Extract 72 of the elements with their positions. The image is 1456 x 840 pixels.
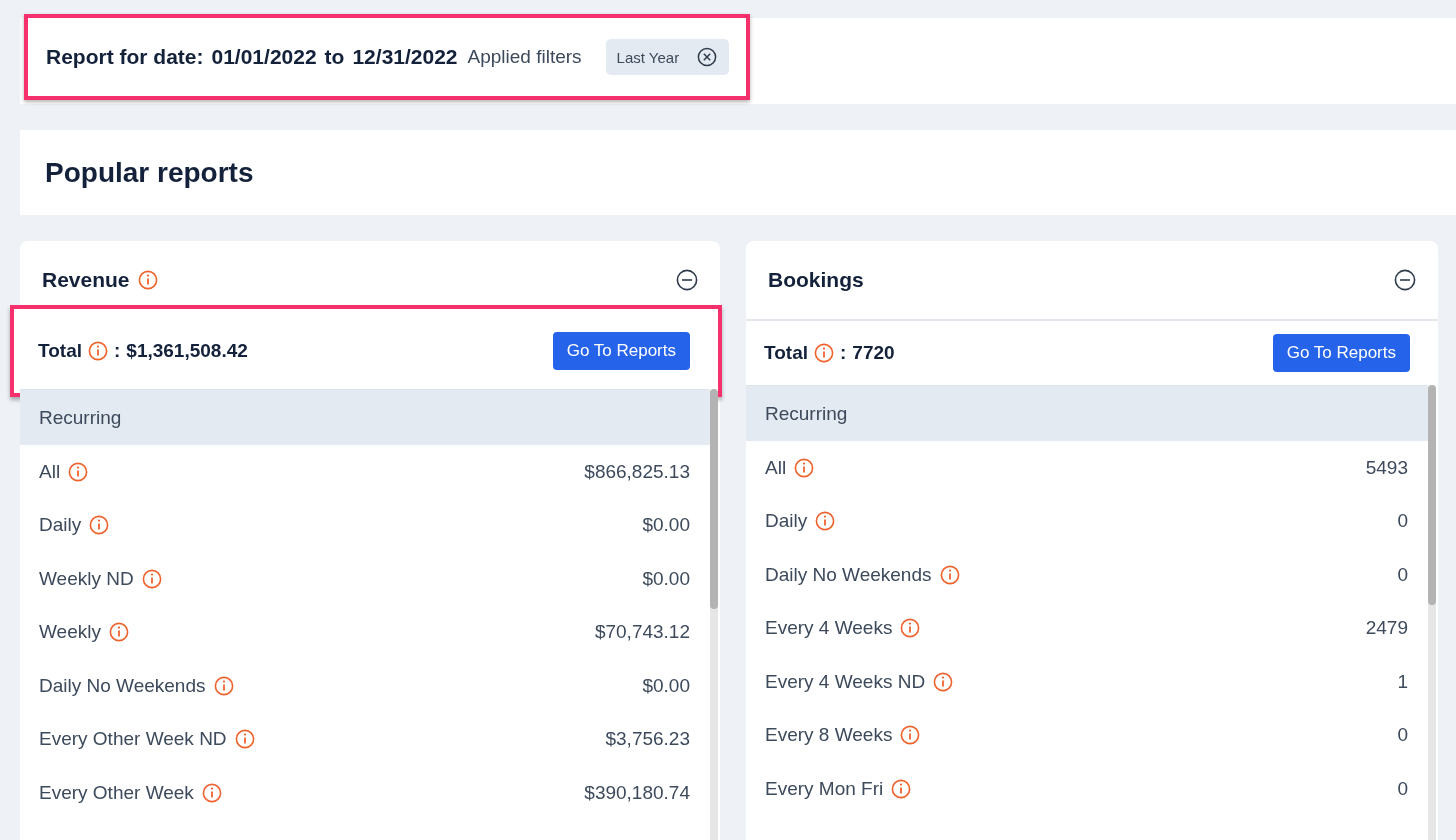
row-value: 0 — [1397, 563, 1408, 586]
info-icon[interactable] — [141, 568, 162, 589]
info-icon[interactable] — [815, 511, 836, 532]
close-icon[interactable] — [697, 47, 718, 67]
row-value: 0 — [1397, 510, 1408, 533]
info-icon[interactable] — [933, 671, 954, 692]
row-label: Every 8 Weeks — [765, 724, 893, 747]
scroll-thumb[interactable] — [1428, 385, 1436, 605]
row-label: Every Other Week ND — [39, 728, 227, 751]
row-value: $0.00 — [642, 674, 690, 697]
row-value: $3,756.23 — [605, 728, 690, 751]
card-title: Revenue — [42, 268, 130, 292]
row-value: $70,743.12 — [594, 621, 690, 644]
row-label: Every Other Week — [39, 781, 194, 804]
date-to: 12/31/2022 — [352, 45, 458, 69]
row-label: All — [765, 456, 787, 479]
info-icon[interactable] — [108, 622, 129, 643]
info-icon[interactable] — [137, 270, 158, 290]
row-label: Daily No Weekends — [765, 563, 932, 586]
go-to-reports-button[interactable]: Go To Reports — [552, 332, 690, 370]
row-label: Weekly — [39, 621, 101, 644]
row-value: $0.00 — [642, 514, 690, 537]
row-value: 1 — [1397, 670, 1408, 693]
total-label: Total — [38, 340, 82, 362]
section-title: Popular reports — [20, 130, 1456, 215]
info-icon[interactable] — [213, 675, 234, 696]
row-label: Every 4 Weeks ND — [765, 670, 926, 693]
row-value: $0.00 — [642, 567, 690, 590]
filters-label: Applied filters — [467, 46, 582, 68]
card-title: Bookings — [768, 268, 864, 292]
info-icon[interactable] — [900, 618, 921, 639]
chip-label: Last Year — [616, 48, 680, 66]
total-separator: : — [840, 342, 847, 364]
scrollbar[interactable] — [1428, 385, 1436, 840]
go-to-reports-button[interactable]: Go To Reports — [1272, 334, 1410, 372]
date-connector: to — [324, 45, 345, 69]
total-label: Total — [764, 342, 808, 364]
row-label: Daily — [39, 514, 82, 537]
group-header: Recurring — [20, 389, 710, 445]
row-label: All — [39, 460, 61, 483]
info-icon[interactable] — [794, 457, 815, 478]
total-separator: : — [114, 340, 121, 362]
row-label: Every 4 Weeks — [765, 617, 893, 640]
row-value: 0 — [1397, 724, 1408, 747]
row-value: 2479 — [1365, 617, 1408, 640]
row-label: Daily No Weekends — [39, 674, 206, 697]
info-icon[interactable] — [234, 729, 255, 750]
info-icon[interactable] — [814, 343, 834, 363]
scroll-thumb[interactable] — [710, 389, 718, 609]
info-icon[interactable] — [900, 725, 921, 746]
row-value: $866,825.13 — [584, 460, 690, 483]
report-label: Report for date: — [46, 45, 204, 69]
filter-chip[interactable]: Last Year — [605, 39, 730, 75]
date-from: 01/01/2022 — [211, 45, 317, 69]
row-value: $390,180.74 — [584, 781, 690, 804]
total-value: 7720 — [852, 342, 895, 364]
row-label: Weekly ND — [39, 567, 134, 590]
row-value: 0 — [1397, 777, 1408, 800]
info-icon[interactable] — [891, 778, 912, 799]
collapse-icon[interactable] — [1394, 269, 1416, 291]
collapse-icon[interactable] — [676, 269, 698, 291]
total-value: $1,361,508.42 — [126, 340, 248, 362]
info-icon[interactable] — [88, 341, 108, 361]
group-header: Recurring — [746, 385, 1428, 441]
row-label: Every Mon Fri — [765, 777, 884, 800]
info-icon[interactable] — [201, 782, 222, 803]
row-label: Daily — [765, 510, 808, 533]
info-icon[interactable] — [68, 461, 89, 482]
row-value: 5493 — [1365, 456, 1408, 479]
info-icon[interactable] — [939, 564, 960, 585]
info-icon[interactable] — [89, 515, 110, 536]
scrollbar[interactable] — [710, 389, 718, 840]
